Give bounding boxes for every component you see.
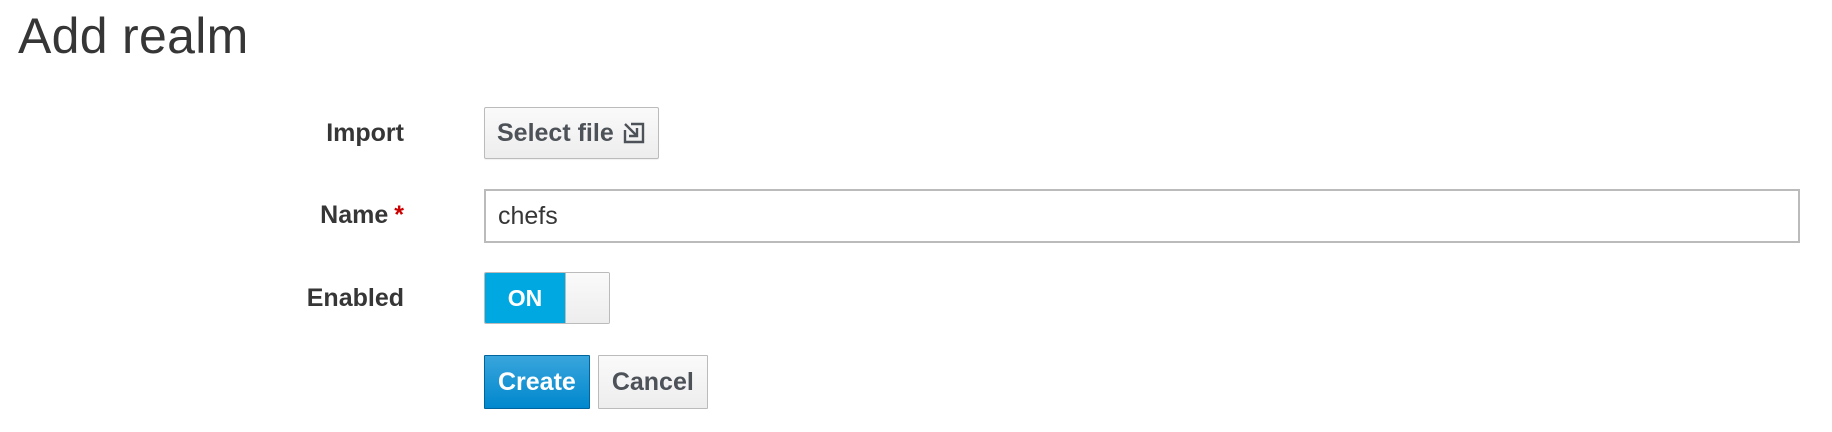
import-control: Select file: [484, 107, 659, 159]
actions-row: Create Cancel: [0, 355, 1832, 409]
page-title: Add realm: [18, 8, 249, 64]
enabled-label: Enabled: [306, 284, 404, 312]
enabled-control: ON: [484, 272, 610, 324]
import-icon: [622, 121, 646, 145]
select-file-button[interactable]: Select file: [484, 107, 659, 159]
toggle-on-label: ON: [485, 273, 565, 323]
select-file-label: Select file: [497, 118, 614, 147]
toggle-handle[interactable]: [565, 273, 609, 323]
create-button[interactable]: Create: [484, 355, 590, 409]
enabled-row: Enabled ON: [0, 272, 1832, 324]
name-control: [484, 189, 1800, 243]
import-row: Import Select file: [0, 107, 1832, 159]
name-label: Name *: [320, 189, 404, 241]
form-actions: Create Cancel: [484, 355, 708, 409]
add-realm-page: Add realm Import Select file Name * chef…: [0, 0, 1832, 432]
import-label: Import: [326, 119, 404, 147]
required-marker: *: [394, 201, 404, 229]
name-row: Name *: [0, 189, 1832, 243]
name-input[interactable]: [484, 189, 1800, 243]
name-label-text: Name: [320, 201, 389, 229]
cancel-button[interactable]: Cancel: [597, 355, 708, 409]
enabled-toggle[interactable]: ON: [484, 272, 610, 324]
